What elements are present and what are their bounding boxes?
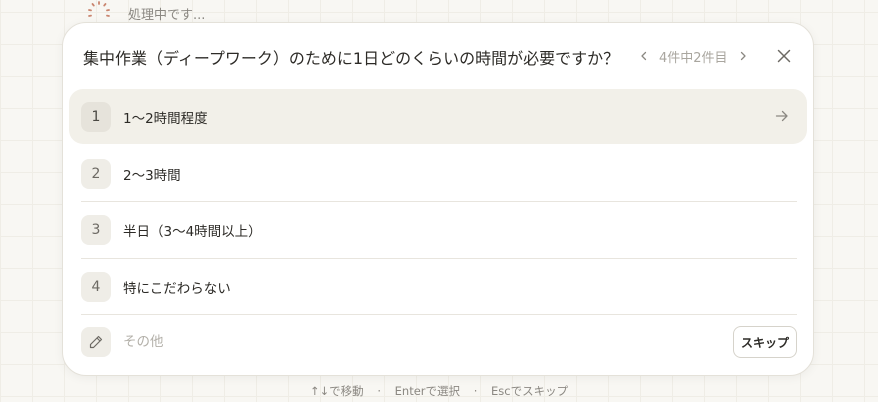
option-number: 2 xyxy=(81,158,111,189)
option-label: 1〜2時間程度 xyxy=(123,110,208,127)
hint-move: ↑↓で移動 xyxy=(309,384,364,398)
option-number: 1 xyxy=(81,101,111,132)
question-pager: 4件中2件目 xyxy=(637,45,750,67)
option-number: 4 xyxy=(81,271,111,302)
pager-text: 4件中2件目 xyxy=(659,50,728,66)
option-3[interactable]: 3 半日（3〜4時間以上） xyxy=(69,202,807,257)
pencil-icon xyxy=(89,335,103,349)
option-2[interactable]: 2 2〜3時間 xyxy=(69,146,807,201)
option-label: 2〜3時間 xyxy=(123,167,181,184)
close-button[interactable] xyxy=(773,45,795,67)
other-answer-input[interactable] xyxy=(123,334,683,350)
hint-esc: Escでスキップ xyxy=(491,384,569,398)
chevron-right-icon[interactable] xyxy=(736,49,750,63)
processing-text: 処理中です... xyxy=(128,7,206,23)
hint-separator: · xyxy=(473,384,478,398)
question-title: 集中作業（ディープワーク）のために1日どのくらいの時間が必要ですか？ xyxy=(83,49,620,68)
option-number: 3 xyxy=(81,214,111,245)
pencil-icon-box xyxy=(81,327,111,357)
keyboard-hints: ↑↓で移動 · Enterで選択 · Escでスキップ xyxy=(0,383,878,399)
other-answer-row: スキップ xyxy=(81,326,797,358)
option-1[interactable]: 1 1〜2時間程度 xyxy=(69,89,807,144)
hint-separator: · xyxy=(377,384,381,398)
skip-button[interactable]: スキップ xyxy=(733,326,797,358)
question-dialog: 集中作業（ディープワーク）のために1日どのくらいの時間が必要ですか？ 4件中2件… xyxy=(62,22,814,376)
close-icon xyxy=(777,49,791,63)
chevron-left-icon[interactable] xyxy=(637,49,651,63)
option-4[interactable]: 4 特にこだわらない xyxy=(69,259,807,314)
hint-enter: Enterで選択 xyxy=(394,384,461,398)
option-label: 半日（3〜4時間以上） xyxy=(123,223,262,240)
option-label: 特にこだわらない xyxy=(123,280,231,297)
divider xyxy=(81,314,797,315)
arrow-right-icon xyxy=(775,110,788,122)
